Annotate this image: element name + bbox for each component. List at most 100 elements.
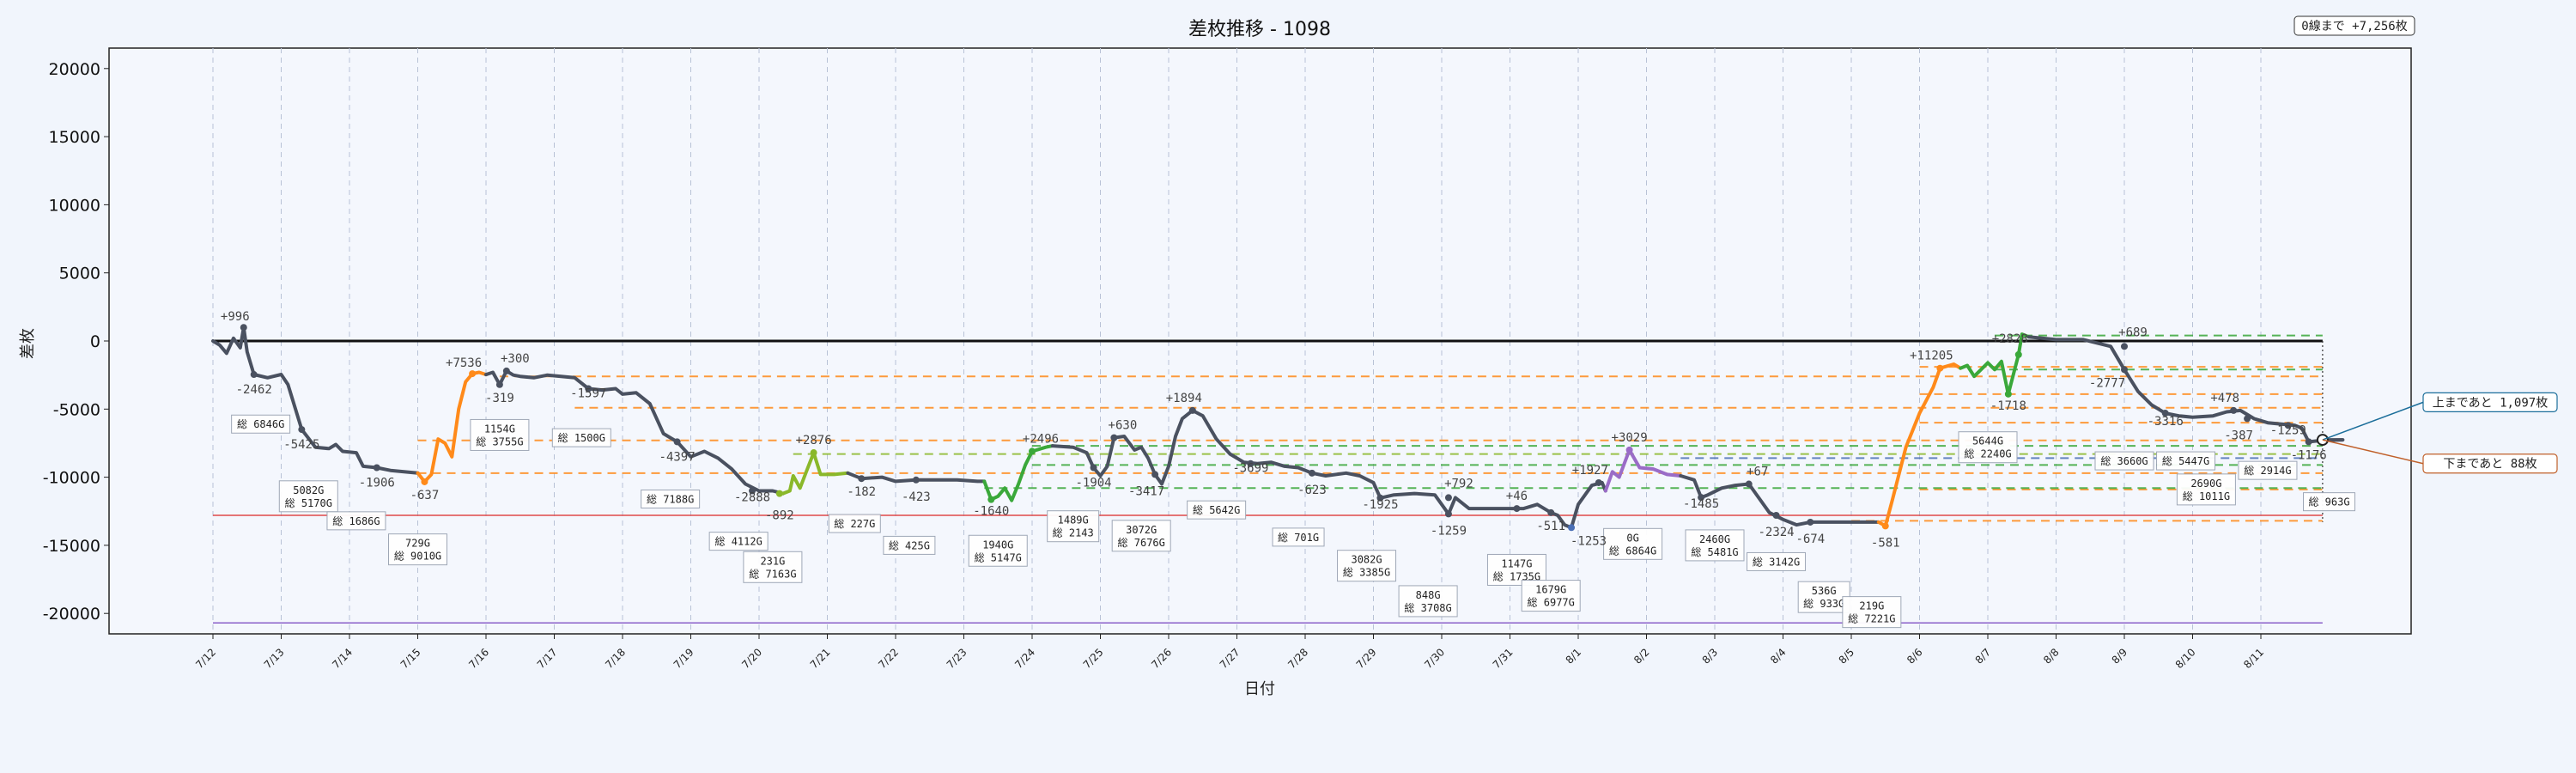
annotation-marker <box>1151 471 1159 478</box>
annotation-label: -4397 <box>659 450 696 464</box>
annotation-marker <box>1772 512 1780 520</box>
y-tick-label: -10000 <box>43 469 100 488</box>
annotation-marker <box>1110 434 1118 441</box>
right-badge-text: 上まであと 1,097枚 <box>2433 396 2548 410</box>
x-axis-label: 日付 <box>1244 680 1275 698</box>
annotation-marker <box>1568 524 1576 532</box>
annotation-label: +3029 <box>1612 431 1648 445</box>
daily-box-text: 1940G <box>982 539 1013 551</box>
annotation-label: -1485 <box>1683 497 1719 511</box>
chart-svg: 総 6846G 5082G総 5170G総 1686G 729G総 9010G 115… <box>0 0 2576 773</box>
annotation-marker <box>502 367 510 374</box>
daily-box-text: 総 9010G <box>394 551 441 563</box>
y-tick-label: 10000 <box>49 196 100 215</box>
daily-box-text: 総 227G <box>834 518 875 530</box>
annotation-label: +478 <box>2210 392 2239 405</box>
annotation-marker <box>810 449 817 457</box>
annotation-label: -3699 <box>1232 462 1268 476</box>
annotation-marker <box>1444 494 1452 502</box>
daily-box-text: 総 425G <box>889 539 930 551</box>
annotation-marker <box>1188 406 1196 414</box>
annotation-marker <box>775 490 783 497</box>
daily-box-text: 3072G <box>1126 524 1157 536</box>
annotation-label: -1640 <box>973 505 1009 519</box>
annotation-label: -674 <box>1795 533 1825 546</box>
daily-box-text: 総 4112G <box>714 536 762 548</box>
daily-box-text: 231G <box>760 555 785 567</box>
daily-box-text: 総 1500G <box>558 432 605 444</box>
annotation-marker <box>2004 390 2012 398</box>
annotation-label: -387 <box>2224 429 2253 442</box>
annotation-marker <box>2121 343 2128 350</box>
annotation-label: +2496 <box>1023 432 1059 446</box>
daily-box-text: 総 2143 <box>1053 527 1094 539</box>
annotation-marker <box>421 478 428 485</box>
daily-box-text: 総 2240G <box>1964 448 2011 460</box>
daily-box-text: 総 3755G <box>476 435 523 447</box>
daily-box-text: 総 5642G <box>1193 504 1240 516</box>
annotation-marker <box>495 380 503 388</box>
daily-box-text: 2690G <box>2190 478 2221 490</box>
daily-box-text: 総 933G <box>1803 598 1844 610</box>
annotation-label: +46 <box>1506 490 1528 503</box>
annotation-label: +2876 <box>796 434 832 447</box>
annotation-marker <box>240 324 247 332</box>
y-axis-label: 差枚 <box>19 328 37 359</box>
annotation-label: +300 <box>501 352 530 366</box>
annotation-marker <box>1745 480 1753 488</box>
daily-box-text: 0G <box>1626 532 1638 544</box>
daily-box-text: 総 3385G <box>1343 567 1390 579</box>
y-tick-label: -5000 <box>53 400 100 419</box>
annotation-label: -581 <box>1871 536 1900 550</box>
annotation-marker <box>298 426 306 434</box>
annotation-label: +67 <box>1747 466 1768 479</box>
daily-box-text: 総 3708G <box>1404 602 1451 614</box>
y-tick-label: -20000 <box>43 605 100 624</box>
annotation-marker <box>1308 469 1315 477</box>
annotation-marker <box>2244 415 2251 423</box>
annotation-label: -2888 <box>734 490 770 504</box>
annotation-label: +2828 <box>1992 332 2028 346</box>
annotation-label: -3417 <box>1128 484 1164 498</box>
annotation-label: -1259 <box>2270 423 2306 437</box>
y-tick-label: 5000 <box>59 265 100 283</box>
daily-box-text: 総 7676G <box>1118 537 1165 549</box>
annotation-label: -1904 <box>1075 477 1111 490</box>
annotation-label: -3316 <box>2148 415 2184 429</box>
annotation-label: -637 <box>410 489 440 502</box>
y-tick-label: -15000 <box>43 537 100 556</box>
y-tick-label: 15000 <box>49 128 100 147</box>
zero-line-badge-text: 0線まで +7,256枚 <box>2301 20 2407 33</box>
annotation-label: -5425 <box>283 438 319 452</box>
chart-title: 差枚推移 - 1098 <box>1188 19 1331 40</box>
annotation-marker <box>373 464 380 472</box>
annotation-label: -1718 <box>1990 399 2026 413</box>
annotation-marker <box>2014 350 2022 358</box>
annotation-marker <box>1090 464 1097 472</box>
annotation-marker <box>2230 406 2238 414</box>
annotation-marker <box>673 438 681 446</box>
annotation-marker <box>987 496 995 503</box>
annotation-label: +1927 <box>1572 464 1608 478</box>
daily-box-text: 総 5170G <box>285 497 332 509</box>
annotation-label: +689 <box>2118 326 2148 339</box>
daily-box-text: 1679G <box>1535 584 1566 596</box>
annotation-marker <box>1807 518 1814 526</box>
daily-box-text: 総 5481G <box>1691 546 1738 558</box>
daily-box-text: 総 6846G <box>237 418 284 430</box>
annotation-marker <box>912 476 920 484</box>
daily-box-text: 1154G <box>484 423 515 435</box>
right-badge-text: 下まであと 88枚 <box>2443 458 2537 472</box>
annotation-marker <box>2305 438 2312 446</box>
annotation-marker <box>1444 510 1452 518</box>
daily-box-text: 536G <box>1812 585 1837 597</box>
daily-box-text: 219G <box>1859 600 1884 612</box>
annotation-label: -2777 <box>2089 376 2125 390</box>
annotation-marker <box>1936 364 1944 372</box>
annotation-marker <box>1625 446 1633 453</box>
annotation-label: +630 <box>1109 419 1138 433</box>
annotation-label: -511 <box>1536 520 1565 533</box>
annotation-label: -623 <box>1297 484 1327 497</box>
daily-box-text: 総 701G <box>1278 532 1319 544</box>
annotation-marker <box>2121 366 2128 374</box>
